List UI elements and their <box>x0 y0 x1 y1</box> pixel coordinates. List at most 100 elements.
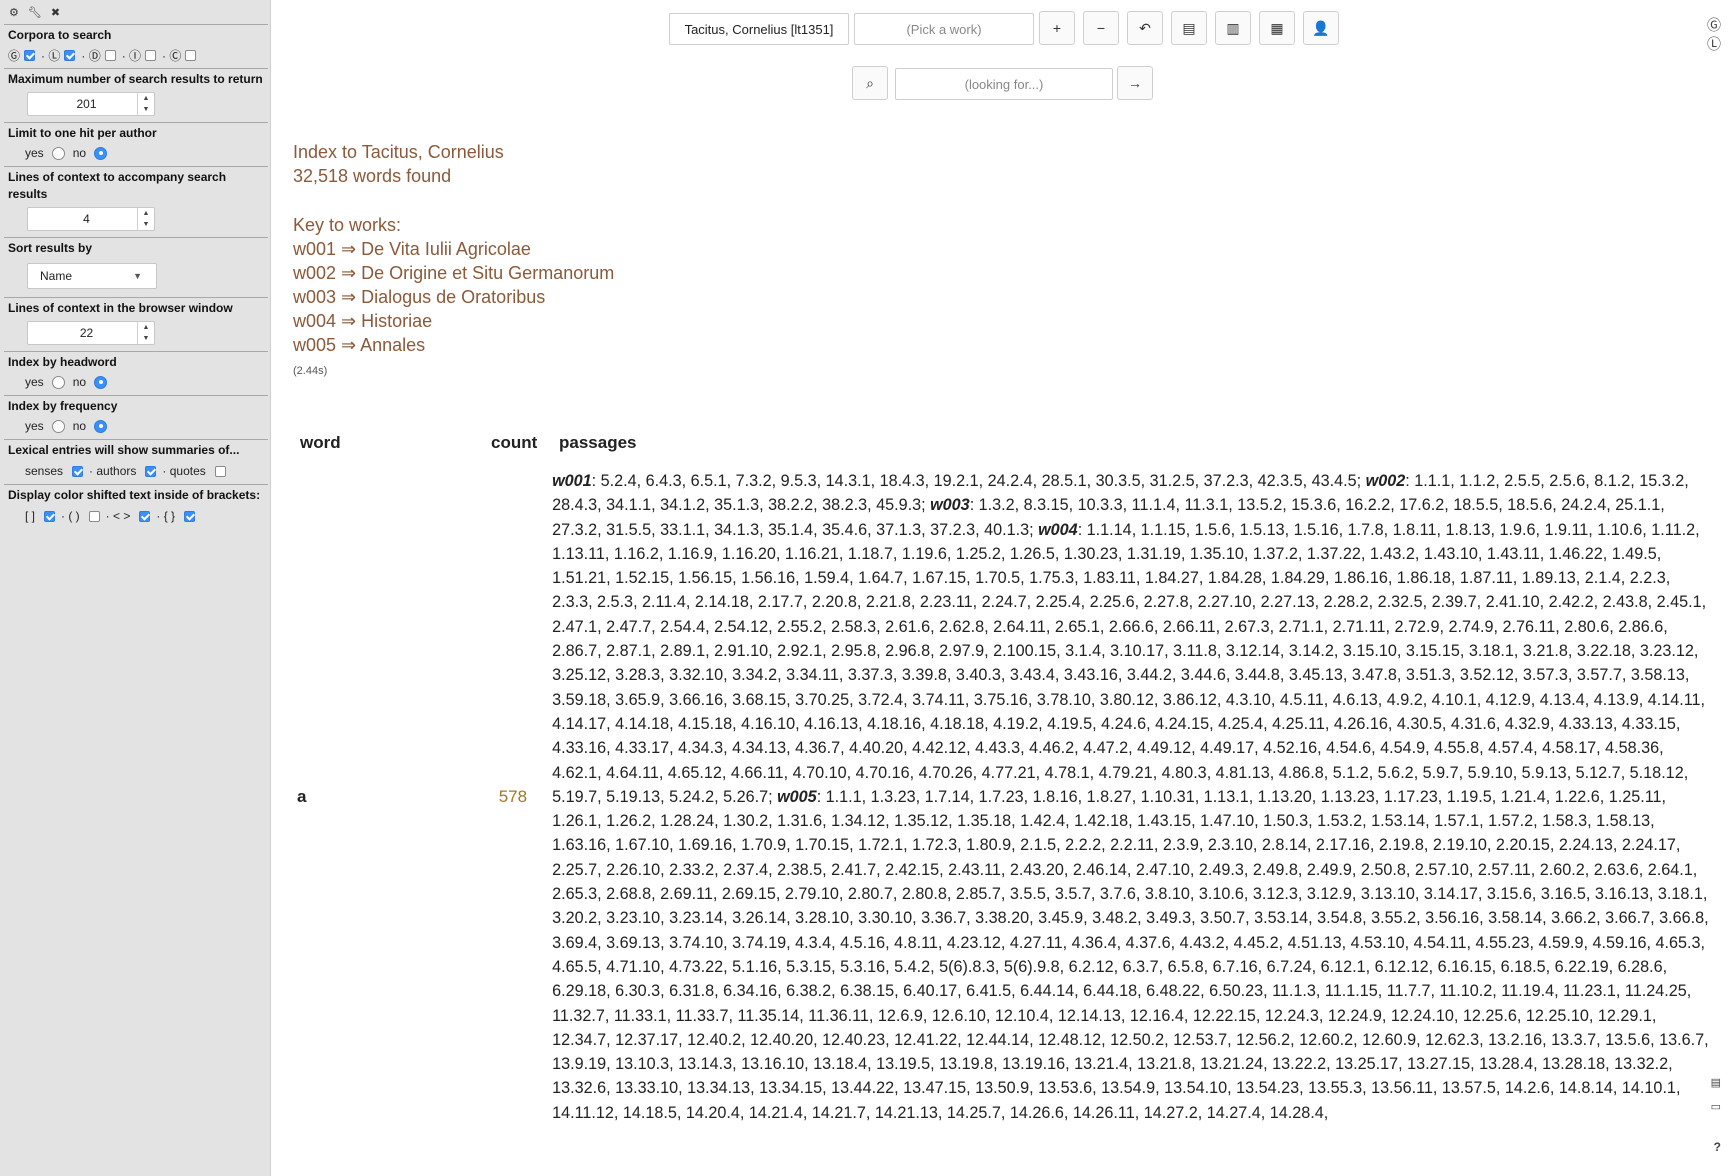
lexical-title: Lexical entries will show summaries of..… <box>8 443 240 457</box>
count-header: count <box>491 433 538 452</box>
browser-context-spinner[interactable]: 22 ▲ ▼ <box>27 321 155 345</box>
author-info-button[interactable]: 👤 <box>1303 11 1339 45</box>
bracket-label: · ( ) <box>61 509 80 523</box>
context-lines-title: Lines of context to accompany search res… <box>8 170 227 201</box>
search-icon[interactable]: ⌕ <box>852 66 888 100</box>
words-found: 32,518 words found <box>293 166 452 186</box>
save-icon[interactable]: ▤ <box>1711 1076 1721 1089</box>
index-headword-no-radio[interactable] <box>94 375 108 389</box>
passage-refs[interactable]: : 5.2.4, 6.4.3, 6.5.1, 7.3.2, 9.5.3, 14.… <box>592 472 1366 490</box>
work-id: w005 <box>777 787 817 806</box>
sort-select[interactable]: Name ▼ <box>27 263 157 289</box>
sort-value: Name <box>40 269 73 283</box>
options-sidebar: ⚙ 🔧︎ ✖ Corpora to search Ⓖ · Ⓛ · Ⓓ · Ⓘ · Ⓒ M… <box>0 0 271 1176</box>
brackets-title: Display color shifted text inside of bra… <box>8 488 261 502</box>
corpus-checkbox[interactable] <box>145 50 157 61</box>
no-label: no <box>72 375 87 389</box>
browser-context-value[interactable]: 22 <box>28 326 137 340</box>
context-lines-spinner[interactable]: 4 ▲ ▼ <box>27 207 155 231</box>
limit-one-hit-yes-radio[interactable] <box>51 146 65 160</box>
corpus-checkbox[interactable] <box>24 50 36 61</box>
work-id: w004 <box>1038 520 1078 539</box>
word-cell[interactable]: a <box>292 787 484 807</box>
corpora-section: Corpora to search Ⓖ · Ⓛ · Ⓓ · Ⓘ · Ⓒ <box>4 24 268 68</box>
work-id: w003 <box>930 496 970 515</box>
index-headword-options: yes no <box>25 375 264 389</box>
index-summary: Index to Tacitus, Cornelius 32,518 words… <box>293 140 1713 377</box>
index-frequency-section: Index by frequency yes no <box>4 395 268 439</box>
timing: (2.44s) <box>293 365 328 377</box>
bracket-checkbox[interactable] <box>44 510 56 522</box>
browser-context-section: Lines of context in the browser window 2… <box>4 297 268 351</box>
chevron-down-icon: ▼ <box>133 271 142 281</box>
search-input[interactable]: (looking for...) <box>895 68 1113 100</box>
word-header: word <box>300 433 341 452</box>
bracket-checkbox[interactable] <box>184 510 196 522</box>
bracket-label: · { } <box>156 509 176 523</box>
corpus-checkbox[interactable] <box>185 50 197 61</box>
corpus-checkbox[interactable] <box>64 50 76 61</box>
corpus-label: · Ⓒ <box>162 49 182 63</box>
sidebar-toolbar: ⚙ 🔧︎ ✖ <box>0 0 270 24</box>
brackets-options: [ ] · ( ) · < > · { } <box>25 509 264 523</box>
max-results-spinner[interactable]: 201 ▲ ▼ <box>27 92 155 116</box>
corpus-label: · Ⓓ <box>81 49 101 63</box>
work-id: w002 <box>1365 472 1406 490</box>
index-button[interactable]: ▦ <box>1259 11 1295 45</box>
limit-one-hit-section: Limit to one hit per author yes no <box>4 122 268 166</box>
senses-checkbox[interactable] <box>72 465 84 477</box>
bracket-label: [ ] <box>25 509 36 523</box>
sort-title: Sort results by <box>8 241 93 255</box>
corpus-label: · Ⓛ <box>41 49 61 63</box>
plus-button[interactable]: + <box>1039 11 1075 45</box>
index-headword-section: Index by headword yes no <box>4 351 268 395</box>
wrench-icon[interactable]: 🔧︎ <box>28 7 42 19</box>
spinner-arrows[interactable]: ▲ ▼ <box>137 322 154 344</box>
corpus-checkbox[interactable] <box>104 50 116 61</box>
quotes-checkbox[interactable] <box>214 465 226 477</box>
gear-icon[interactable]: ⚙ <box>9 7 19 19</box>
minus-button[interactable]: − <box>1083 11 1119 45</box>
go-button[interactable]: → <box>1117 66 1153 100</box>
folder-icon[interactable]: ▭ <box>1711 1100 1721 1113</box>
undo-button[interactable]: ↶ <box>1127 11 1163 45</box>
authors-checkbox[interactable] <box>145 465 157 477</box>
work-placeholder: (Pick a work) <box>906 21 982 37</box>
bracket-checkbox[interactable] <box>139 510 151 522</box>
max-results-section: Maximum number of search results to retu… <box>4 68 268 122</box>
close-icon[interactable]: ✖ <box>51 7 60 19</box>
key-title: Key to works: <box>293 215 402 235</box>
corpora-options: Ⓖ · Ⓛ · Ⓓ · Ⓘ · Ⓒ <box>8 47 264 64</box>
spinner-arrows[interactable]: ▲ ▼ <box>137 208 154 230</box>
context-lines-section: Lines of context to accompany search res… <box>4 166 268 237</box>
passage-refs[interactable]: : 1.1.14, 1.1.15, 1.5.6, 1.5.13, 1.5.16,… <box>552 521 1706 806</box>
work-key-item: w003 ⇒ Dialogus de Oratoribus <box>293 287 546 307</box>
help-icon[interactable]: ? <box>1714 1140 1721 1154</box>
yes-label: yes <box>25 146 44 160</box>
work-input[interactable]: (Pick a work) <box>854 13 1034 45</box>
latin-corpus-icon[interactable]: Ⓛ <box>1707 34 1721 54</box>
index-headword-yes-radio[interactable] <box>51 375 65 389</box>
spinner-arrows[interactable]: ▲ ▼ <box>137 93 154 115</box>
author-input[interactable]: Tacitus, Cornelius [lt1351] <box>669 13 849 45</box>
bracket-checkbox[interactable] <box>88 510 100 522</box>
work-id: w001 <box>552 472 592 490</box>
context-lines-value[interactable]: 4 <box>28 212 137 226</box>
index-frequency-no-radio[interactable] <box>94 419 108 433</box>
yes-label: yes <box>25 375 44 389</box>
no-label: no <box>72 419 87 433</box>
browse-button[interactable]: ▤ <box>1171 11 1207 45</box>
passage-refs[interactable]: : 1.1.1, 1.3.23, 1.7.14, 1.7.23, 1.8.16,… <box>552 788 1709 1122</box>
lexical-options: senses · authors · quotes <box>25 464 264 478</box>
index-frequency-options: yes no <box>25 419 264 433</box>
limit-one-hit-options: yes no <box>25 146 264 160</box>
index-frequency-yes-radio[interactable] <box>51 419 65 433</box>
work-key-item: w002 ⇒ De Origine et Situ Germanorum <box>293 263 615 283</box>
index-table: word count passages a 578 w001: 5.2.4, 6… <box>292 433 1712 1125</box>
max-results-value[interactable]: 201 <box>28 97 137 111</box>
limit-one-hit-no-radio[interactable] <box>94 146 108 160</box>
passages-cell: w001: 5.2.4, 6.4.3, 6.5.1, 7.3.2, 9.5.3,… <box>542 469 1712 1125</box>
index-heading: Index to Tacitus, Cornelius <box>293 142 504 162</box>
greek-corpus-icon[interactable]: Ⓖ <box>1707 15 1721 35</box>
text-button[interactable]: ▥ <box>1215 11 1251 45</box>
